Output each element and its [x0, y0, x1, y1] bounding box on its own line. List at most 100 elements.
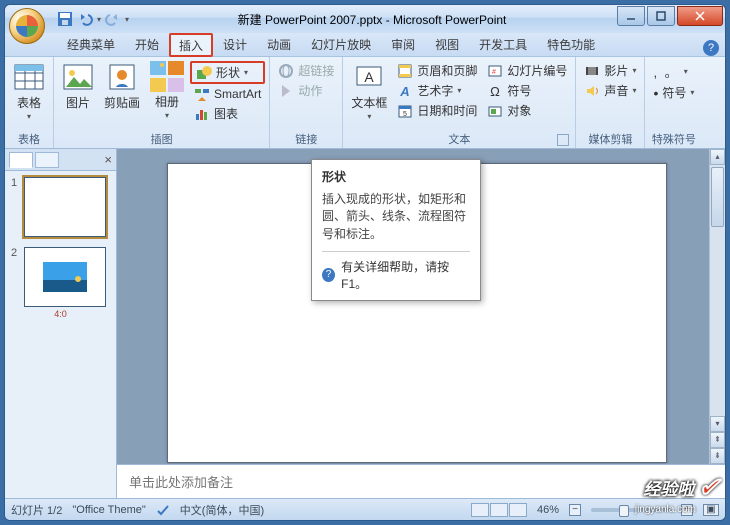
status-theme: "Office Theme" [72, 504, 145, 516]
datetime-icon: 5 [397, 103, 413, 119]
view-normal-button[interactable] [471, 503, 489, 517]
bullet-icon: • [653, 85, 658, 101]
clipart-button[interactable]: 剪贴画 [100, 59, 144, 113]
table-button[interactable]: 表格 ▾ [9, 59, 49, 123]
svg-text:#: # [492, 69, 496, 76]
movie-label: 影片 [604, 62, 628, 79]
slide-number-label: 幻灯片编号 [507, 62, 567, 79]
group-illustrations: 图片 剪贴画 相册 ▾ [54, 57, 270, 148]
symbol-button[interactable]: Ω 符号 [483, 81, 571, 100]
next-slide-button[interactable]: ⇟ [710, 448, 725, 464]
tab-slideshow[interactable]: 幻灯片放映 [301, 32, 381, 56]
slide-thumb-2[interactable]: 2 4:0 [11, 247, 110, 319]
chevron-down-icon: ▾ [632, 66, 636, 75]
shapes-button[interactable]: 形状 ▾ [190, 61, 265, 84]
symbol-label: 符号 [507, 82, 531, 99]
pane-tab-slides[interactable] [9, 152, 33, 168]
help-icon[interactable]: ? [703, 40, 719, 56]
header-footer-icon [397, 63, 413, 79]
wordart-button[interactable]: A 艺术字 ▾ [393, 81, 481, 100]
group-text-label: 文本 [448, 134, 470, 146]
datetime-label: 日期和时间 [417, 102, 477, 119]
view-sorter-button[interactable] [490, 503, 508, 517]
help-icon: ? [322, 268, 335, 282]
sound-icon [584, 83, 600, 99]
movie-button[interactable]: 影片 ▾ [580, 61, 640, 80]
album-icon-3 [150, 78, 166, 92]
spellcheck-icon[interactable] [156, 503, 170, 517]
picture-button[interactable]: 图片 [58, 59, 98, 113]
save-icon[interactable] [57, 11, 73, 27]
check-icon: ✔ [698, 472, 720, 503]
sound-button[interactable]: 声音 ▾ [580, 81, 640, 100]
dialog-launcher-icon[interactable] [557, 134, 569, 146]
tab-design[interactable]: 设计 [213, 32, 257, 56]
ribbon: 表格 ▾ 表格 图片 剪贴画 [5, 57, 725, 149]
tooltip-body: 插入现成的形状，如矩形和圆、箭头、线条、流程图符号和标注。 [322, 191, 470, 243]
slide-thumb-1[interactable]: 1 [11, 177, 110, 237]
close-button[interactable] [677, 6, 723, 26]
slide-number-button[interactable]: # 幻灯片编号 [483, 61, 571, 80]
action-icon [278, 83, 294, 99]
zoom-level[interactable]: 46% [537, 504, 559, 516]
smartart-button[interactable]: SmartArt [190, 85, 265, 103]
scroll-thumb[interactable] [711, 167, 724, 227]
header-footer-button[interactable]: 页眉和页脚 [393, 61, 481, 80]
pane-close-button[interactable]: × [104, 152, 112, 167]
undo-icon[interactable] [77, 11, 93, 27]
object-button[interactable]: 对象 [483, 101, 571, 120]
shapes-label: 形状 [216, 64, 240, 81]
textbox-button[interactable]: A 文本框 ▾ [347, 59, 391, 123]
scroll-down-button[interactable]: ▾ [710, 416, 725, 432]
movie-icon [584, 63, 600, 79]
tab-home[interactable]: 开始 [125, 32, 169, 56]
status-slide-info: 幻灯片 1/2 [11, 502, 62, 518]
object-icon [487, 103, 503, 119]
view-slideshow-button[interactable] [509, 503, 527, 517]
chevron-down-icon: ▾ [684, 67, 690, 76]
undo-dropdown-icon[interactable]: ▾ [97, 15, 101, 24]
zoom-out-button[interactable]: − [569, 504, 581, 516]
group-media-label: 媒体剪辑 [588, 134, 632, 146]
office-button[interactable] [9, 8, 45, 44]
wordart-label: 艺术字 [417, 82, 453, 99]
clipart-icon [106, 61, 138, 93]
tab-developer[interactable]: 开发工具 [469, 32, 537, 56]
special-symbol-button[interactable]: • 符号 ▾ [649, 83, 698, 102]
status-language[interactable]: 中文(简体，中国) [180, 502, 264, 518]
action-label: 动作 [298, 82, 322, 99]
prev-slide-button[interactable]: ⇞ [710, 432, 725, 448]
workspace: × 1 2 4:0 ▴ [5, 149, 725, 498]
hyperlink-button[interactable]: 超链接 [274, 61, 338, 80]
tooltip-title: 形状 [322, 168, 470, 185]
table-icon [13, 61, 45, 93]
special-punct-button[interactable]: , 。 ▾ [649, 61, 698, 82]
watermark: 经验啦 ✔ jingyanla.com [643, 472, 720, 503]
album-icon-2 [168, 61, 184, 75]
clipart-label: 剪贴画 [104, 94, 140, 111]
fit-window-button[interactable]: ▣ [703, 504, 719, 516]
pane-tab-outline[interactable] [35, 152, 59, 168]
scroll-up-button[interactable]: ▴ [710, 149, 725, 165]
tab-classic-menu[interactable]: 经典菜单 [57, 32, 125, 56]
vertical-scrollbar[interactable]: ▴ ▾ ⇞ ⇟ [709, 149, 725, 464]
chevron-down-icon: ▾ [690, 88, 694, 97]
group-special-label: 特殊符号 [652, 134, 696, 146]
tab-review[interactable]: 审阅 [381, 32, 425, 56]
tab-special[interactable]: 特色功能 [537, 32, 605, 56]
notes-pane[interactable]: 单击此处添加备注 [117, 464, 725, 498]
maximize-button[interactable] [647, 6, 675, 26]
minimize-button[interactable] [617, 6, 645, 26]
ribbon-tabs: 经典菜单 开始 插入 设计 动画 幻灯片放映 审阅 视图 开发工具 特色功能 ? [5, 33, 725, 57]
tab-animation[interactable]: 动画 [257, 32, 301, 56]
tab-insert[interactable]: 插入 [169, 33, 213, 57]
chart-icon [194, 106, 210, 122]
datetime-button[interactable]: 5 日期和时间 [393, 101, 481, 120]
punct-icon: , 。 [653, 62, 679, 81]
album-button[interactable]: 相册 ▾ [146, 59, 188, 122]
action-button[interactable]: 动作 [274, 81, 338, 100]
slide-number: 2 [11, 247, 17, 259]
chart-button[interactable]: 图表 [190, 104, 265, 123]
redo-icon[interactable] [105, 11, 121, 27]
tab-view[interactable]: 视图 [425, 32, 469, 56]
